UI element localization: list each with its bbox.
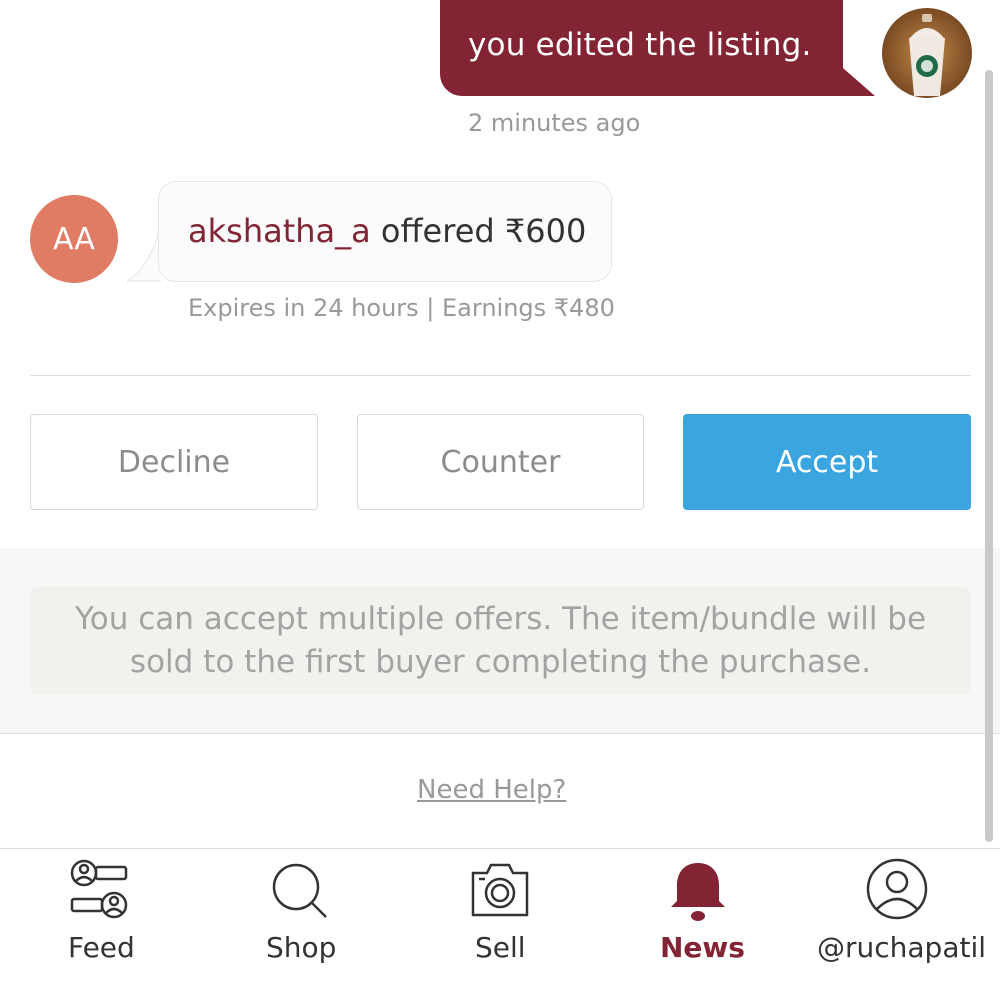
profile-icon bbox=[866, 858, 928, 920]
scrollbar[interactable] bbox=[985, 70, 993, 842]
nav-item-shop[interactable]: Shop bbox=[258, 849, 348, 1000]
own-message-text: you edited the listing. bbox=[468, 27, 812, 63]
nav-item-feed[interactable]: Feed bbox=[60, 849, 140, 1000]
nav-item-profile[interactable]: @ruchapatil bbox=[815, 849, 987, 1000]
offer-username[interactable]: akshatha_a bbox=[188, 212, 371, 250]
nav-label-sell: Sell bbox=[475, 931, 526, 964]
offer-text: akshatha_a offered ₹600 bbox=[188, 212, 586, 250]
bottom-nav: Feed Shop Sell News @ruchapatil bbox=[0, 848, 1000, 1000]
decline-button[interactable]: Decline bbox=[30, 414, 318, 510]
camera-icon bbox=[471, 863, 529, 917]
accept-button[interactable]: Accept bbox=[683, 414, 971, 510]
offer-subtext: Expires in 24 hours | Earnings ₹480 bbox=[188, 294, 615, 322]
offer-action: offered ₹600 bbox=[370, 212, 587, 250]
info-text: You can accept multiple offers. The item… bbox=[74, 600, 927, 680]
feed-icon bbox=[70, 859, 128, 919]
info-box: You can accept multiple offers. The item… bbox=[30, 587, 971, 694]
divider bbox=[0, 733, 1000, 734]
buyer-avatar-initials: AA bbox=[53, 221, 95, 257]
offer-bubble-tail bbox=[127, 230, 161, 282]
search-icon bbox=[272, 863, 327, 918]
own-avatar[interactable] bbox=[882, 8, 972, 98]
bell-icon bbox=[671, 863, 725, 921]
nav-label-shop: Shop bbox=[266, 931, 337, 964]
message-timestamp: 2 minutes ago bbox=[468, 109, 641, 137]
nav-label-news: News bbox=[660, 931, 745, 964]
counter-button[interactable]: Counter bbox=[357, 414, 644, 510]
nav-item-sell[interactable]: Sell bbox=[465, 849, 545, 1000]
nav-item-news[interactable]: News bbox=[655, 849, 745, 1000]
nav-label-feed: Feed bbox=[68, 931, 135, 964]
need-help-link[interactable]: Need Help? bbox=[417, 775, 566, 805]
divider bbox=[30, 375, 971, 376]
own-message-bubble-tail bbox=[820, 48, 875, 96]
nav-label-profile: @ruchapatil bbox=[817, 931, 987, 964]
buyer-avatar[interactable]: AA bbox=[30, 195, 118, 283]
